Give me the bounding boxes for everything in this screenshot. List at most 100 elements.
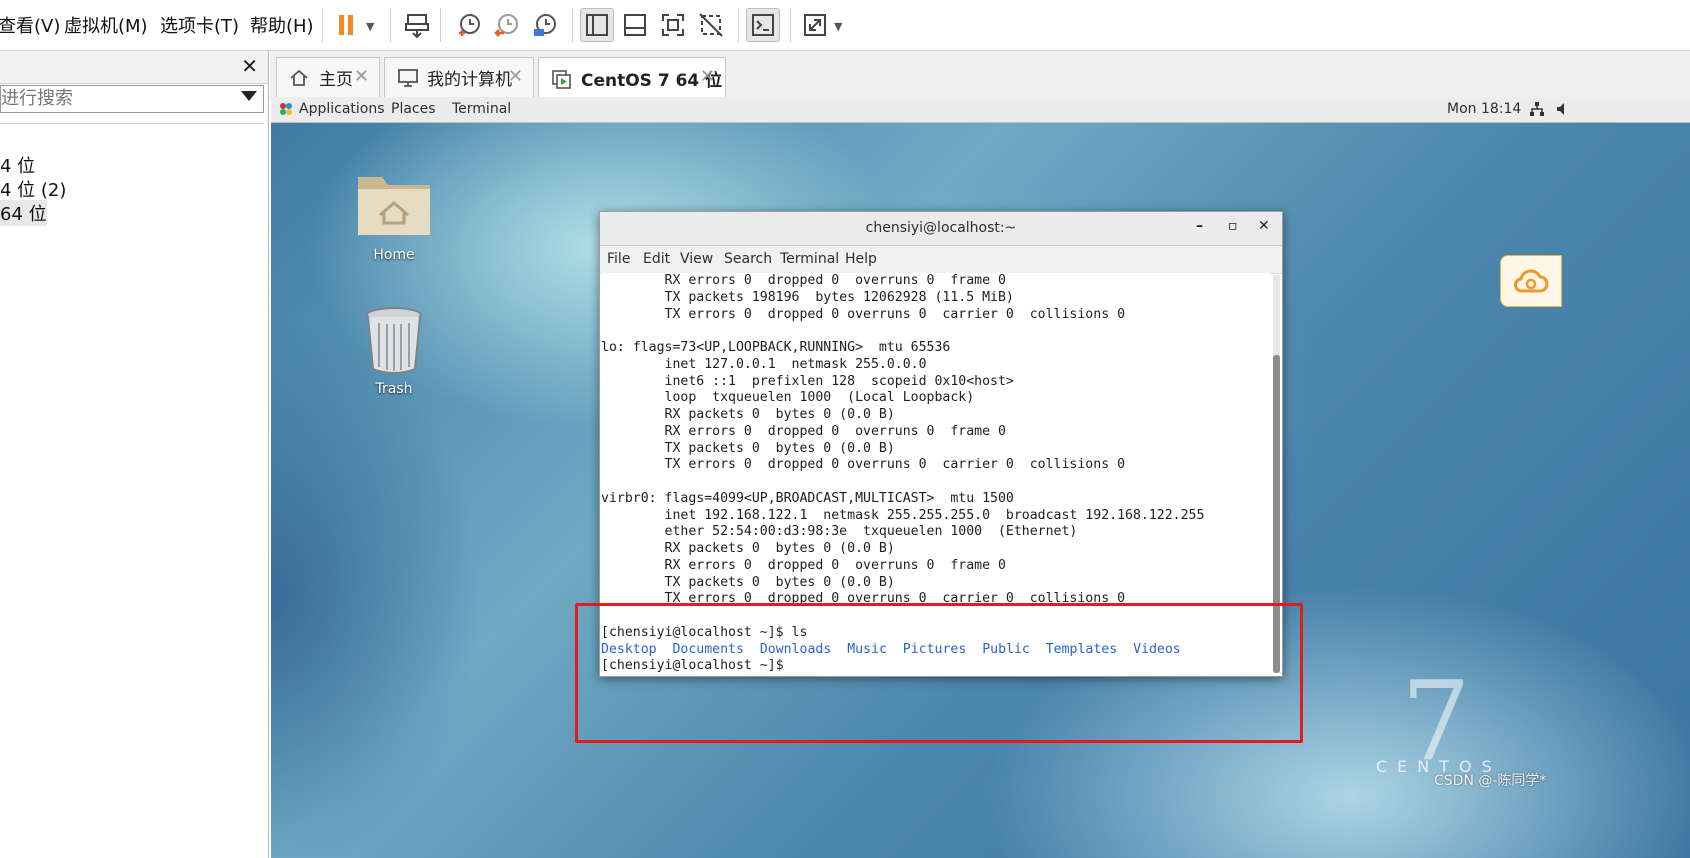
clock[interactable]: Mon 18:14 xyxy=(1447,101,1521,117)
search-dropdown-icon[interactable] xyxy=(241,91,257,101)
terminal-line: RX packets 0 bytes 0 (0.0 B) xyxy=(601,541,895,556)
applications-menu[interactable]: Applications xyxy=(299,101,385,117)
terminal-menu-terminal[interactable]: Terminal xyxy=(780,251,839,267)
send-keys-icon[interactable] xyxy=(400,8,434,42)
vm-running-icon xyxy=(551,67,573,89)
revert-snapshot-icon[interactable] xyxy=(490,8,524,42)
tab-home[interactable]: 主页 ✕ xyxy=(276,57,380,97)
minimize-icon[interactable]: – xyxy=(1196,218,1203,234)
terminal-line: inet 192.168.122.1 netmask 255.255.255.0… xyxy=(601,507,1205,523)
fullscreen-icon[interactable] xyxy=(656,8,690,42)
toolbar-separator xyxy=(790,8,791,42)
desktop-icon-label: Home xyxy=(373,247,415,263)
places-menu[interactable]: Places xyxy=(391,101,436,117)
computer-icon xyxy=(397,67,419,89)
trash-icon xyxy=(366,307,422,374)
watermark: CSDN @-陈同学* xyxy=(1434,773,1547,789)
desktop-icon-home[interactable]: Home xyxy=(351,163,437,263)
applications-icon xyxy=(279,102,293,120)
tab-label: 主页 xyxy=(319,70,353,90)
terminal-line: inet 127.0.0.1 netmask 255.0.0.0 xyxy=(601,356,927,372)
terminal-line: TX packets 0 bytes 0 (0.0 B) xyxy=(601,440,895,456)
guest-desktop[interactable]: Applications Places Terminal Mon 18:14 H… xyxy=(271,97,1690,858)
stretch-dropdown-icon[interactable]: ▼ xyxy=(834,20,842,33)
toolbar-separator xyxy=(440,8,441,42)
library-item-vm[interactable]: 4 位 (2) xyxy=(0,176,66,202)
close-icon[interactable]: ✕ xyxy=(241,54,258,78)
terminal-titlebar[interactable]: chensiyi@localhost:~ – ▫ ✕ xyxy=(600,212,1282,246)
terminal-menu-file[interactable]: File xyxy=(607,251,630,267)
terminal-line: RX errors 0 dropped 0 overruns 0 frame 0 xyxy=(601,273,1006,288)
dir-entry: Documents xyxy=(672,641,744,657)
home-icon xyxy=(289,67,311,89)
stretch-icon[interactable] xyxy=(798,8,832,42)
library-item-vm-selected[interactable]: 64 位 xyxy=(0,200,47,226)
snapshot-icon[interactable] xyxy=(452,8,486,42)
home-folder-icon xyxy=(358,177,430,235)
toolbar-separator xyxy=(572,8,573,42)
terminal-window[interactable]: chensiyi@localhost:~ – ▫ ✕ File Edit Vie… xyxy=(599,211,1283,677)
gnome-top-bar: Applications Places Terminal Mon 18:14 xyxy=(271,97,1690,123)
library-search-input[interactable] xyxy=(1,86,231,110)
library-view-icon[interactable] xyxy=(580,8,614,42)
close-icon[interactable]: ✕ xyxy=(1258,218,1270,234)
tab-bar: 主页 ✕ 我的计算机 ✕ CentOS 7 64 位 ✕ xyxy=(270,51,1690,98)
dir-entry: Videos xyxy=(1133,641,1181,657)
dir-entry: Downloads xyxy=(759,641,832,657)
close-icon[interactable]: ✕ xyxy=(700,66,715,87)
terminal-menu-help[interactable]: Help xyxy=(845,251,877,267)
terminal-line: ether 52:54:00:d3:98:3e txqueuelen 1000 … xyxy=(601,524,1078,540)
console-icon[interactable] xyxy=(746,8,780,42)
pause-dropdown-icon[interactable]: ▼ xyxy=(366,20,374,33)
vmware-menubar: 查看(V) 虚拟机(M) 选项卡(T) 帮助(H) ▼ ▼ xyxy=(0,0,1690,51)
terminal-menu-view[interactable]: View xyxy=(680,251,713,267)
toolbar-separator xyxy=(738,8,739,42)
network-icon[interactable] xyxy=(1529,101,1545,121)
terminal-line: virbr0: flags=4099<UP,BROADCAST,MULTICAS… xyxy=(601,490,1014,506)
close-icon[interactable]: ✕ xyxy=(354,66,369,87)
terminal-line: lo: flags=73<UP,LOOPBACK,RUNNING> mtu 65… xyxy=(601,340,951,355)
volume-icon[interactable] xyxy=(1555,101,1571,121)
cloud-sync-icon[interactable] xyxy=(1500,255,1562,307)
menu-help[interactable]: 帮助(H) xyxy=(250,12,314,38)
dir-entry: Public xyxy=(982,641,1030,657)
pause-icon[interactable] xyxy=(330,8,364,42)
terminal-line: RX errors 0 dropped 0 overruns 0 frame 0 xyxy=(601,557,1006,573)
menu-tabs[interactable]: 选项卡(T) xyxy=(160,12,239,38)
desktop-icon-trash[interactable]: Trash xyxy=(351,305,437,397)
terminal-menu-edit[interactable]: Edit xyxy=(643,251,670,267)
menu-vm[interactable]: 虚拟机(M) xyxy=(64,12,148,38)
terminal-prompt: [chensiyi@localhost ~]$ xyxy=(601,658,784,674)
terminal-menubar: File Edit View Search Terminal Help xyxy=(600,246,1282,274)
terminal-line: TX errors 0 dropped 0 overruns 0 carrier… xyxy=(601,306,1126,322)
toolbar-separator xyxy=(322,8,323,42)
terminal-line: TX errors 0 dropped 0 overruns 0 carrier… xyxy=(601,591,1126,607)
library-search xyxy=(0,85,264,113)
dir-entry: Music xyxy=(847,641,887,657)
library-item-vm[interactable]: 4 位 xyxy=(0,152,35,178)
terminal-menu-search[interactable]: Search xyxy=(724,251,772,267)
menu-view[interactable]: 查看(V) xyxy=(0,12,60,38)
desktop-icon-label: Trash xyxy=(375,381,413,397)
terminal-output[interactable]: RX errors 0 dropped 0 overruns 0 frame 0… xyxy=(601,273,1271,675)
terminal-line: RX errors 0 dropped 0 overruns 0 frame 0 xyxy=(601,423,1006,439)
terminal-line: inet6 ::1 prefixlen 128 scopeid 0x10<hos… xyxy=(601,373,1014,389)
thumbnail-view-icon[interactable] xyxy=(618,8,652,42)
terminal-menu[interactable]: Terminal xyxy=(452,101,511,117)
terminal-scrollbar[interactable] xyxy=(1273,275,1280,673)
snapshot-manager-icon[interactable] xyxy=(528,8,562,42)
scrollbar-thumb[interactable] xyxy=(1273,355,1280,673)
terminal-line: TX errors 0 dropped 0 overruns 0 carrier… xyxy=(601,457,1126,473)
library-tree: 4 位 4 位 (2) 64 位 xyxy=(0,123,264,854)
tab-my-computer[interactable]: 我的计算机 ✕ xyxy=(384,57,534,97)
close-icon[interactable]: ✕ xyxy=(508,66,523,87)
unity-icon[interactable] xyxy=(694,8,728,42)
library-panel: ✕ 4 位 4 位 (2) 64 位 xyxy=(0,51,269,858)
tab-centos-vm[interactable]: CentOS 7 64 位 ✕ xyxy=(538,57,726,98)
ls-output-line: Desktop Documents Downloads Music Pictur… xyxy=(601,642,1271,659)
terminal-line: RX packets 0 bytes 0 (0.0 B) xyxy=(601,407,895,422)
maximize-icon[interactable]: ▫ xyxy=(1228,218,1238,234)
toolbar-separator xyxy=(390,8,391,42)
